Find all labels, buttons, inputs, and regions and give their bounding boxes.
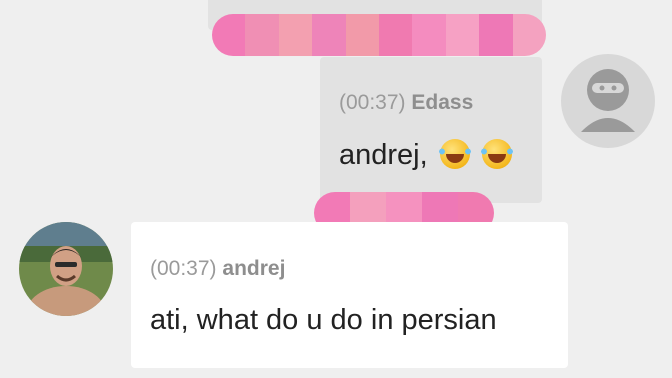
message-sender[interactable]: andrej	[222, 257, 285, 280]
message-text-content: andrej,	[339, 139, 428, 171]
message-meta: (00:37) Edass	[339, 91, 473, 115]
user-photo-avatar[interactable]	[19, 222, 113, 316]
redaction-scribble-top	[212, 14, 546, 56]
message-text: andrej,	[339, 139, 515, 172]
message-time: (00:37)	[150, 257, 217, 280]
message-sender[interactable]: Edass	[411, 91, 473, 114]
ninja-avatar-icon[interactable]	[561, 54, 655, 148]
face-with-tears-of-joy-icon	[436, 139, 473, 169]
message-time: (00:37)	[339, 91, 406, 114]
message-meta: (00:37) andrej	[150, 257, 285, 281]
face-with-tears-of-joy-icon	[478, 139, 515, 169]
other-message-bubble[interactable]: (00:37) andrej ati, what do u do in pers…	[131, 222, 568, 368]
message-text: ati, what do u do in persian	[150, 304, 497, 336]
own-message-bubble[interactable]: (00:37) Edass andrej,	[320, 57, 542, 203]
